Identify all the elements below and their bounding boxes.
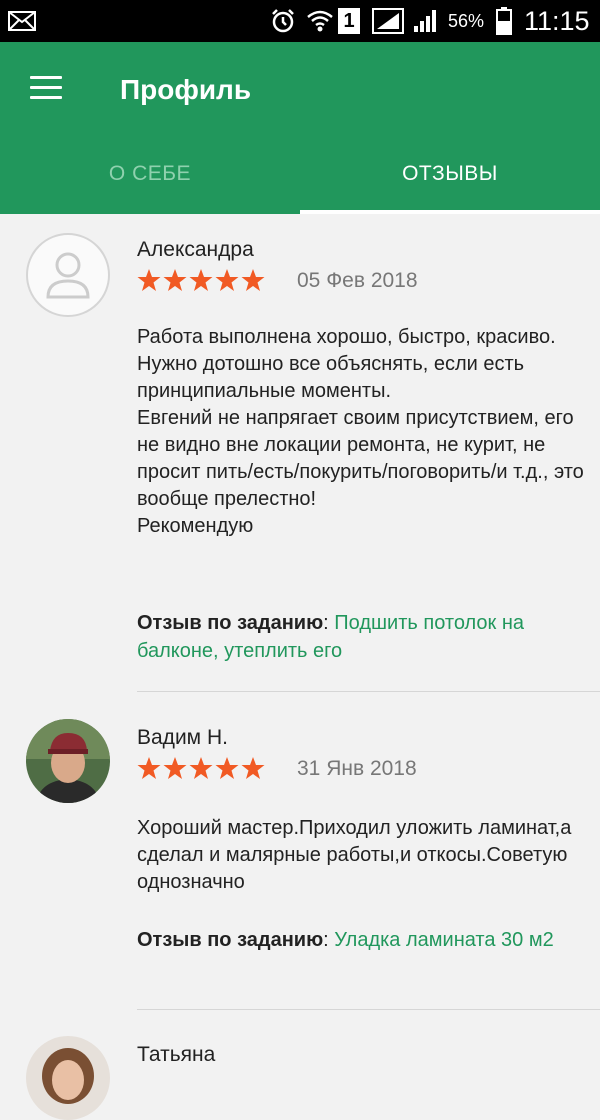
reviewer-name: Татьяна [137,1043,216,1066]
divider [137,691,600,692]
review-task: Отзыв по заданию: Подшить потолок на бал… [137,612,524,662]
rating-stars [137,756,265,780]
review-task: Отзыв по заданию: Уладка ламината 30 м2 [137,929,554,951]
review-date: 31 Янв 2018 [297,757,417,780]
clock: 11:15 [524,5,590,36]
review-date: 05 Фев 2018 [297,269,418,292]
star-icon [137,757,161,779]
star-icon [241,757,265,779]
avatar [26,719,110,803]
mail-icon [8,0,36,42]
reviewer-name: Александра [137,238,254,261]
star-icon [163,269,187,291]
star-icon [163,757,187,779]
battery-icon [496,0,512,42]
task-link[interactable]: Уладка ламината 30 м2 [334,929,553,951]
alarm-icon [270,0,296,42]
hamburger-menu-icon[interactable] [30,76,64,102]
cell-signal-icon [412,0,440,42]
review-text: Работа выполнена хорошо, быстро, красиво… [137,326,584,537]
placeholder-person-icon [26,233,110,317]
review-text: Хороший мастер.Приходил уложить ламинат,… [137,817,572,893]
star-icon [189,757,213,779]
tab-reviews[interactable]: ОТЗЫВЫ [300,162,600,186]
tab-about[interactable]: О СЕБЕ [0,162,300,186]
sim-slot-number: 1 [338,8,360,34]
app-bar [0,42,600,214]
star-icon [137,269,161,291]
sim1-icon: 1 [338,0,360,42]
star-icon [189,269,213,291]
battery-percent: 56% [448,10,485,31]
status-bar: 1 56% 11:15 [0,0,600,42]
task-label: Отзыв по заданию [137,929,324,951]
avatar [26,1036,110,1120]
page-title: Профиль [120,74,252,105]
reviewer-name: Вадим Н. [137,726,228,749]
star-icon [241,269,265,291]
wifi-icon [306,0,334,42]
rating-stars [137,268,265,292]
star-icon [215,757,239,779]
active-tab-indicator [300,210,600,214]
task-label: Отзыв по заданию [137,612,324,634]
star-icon [215,269,239,291]
signal-icon [372,0,404,42]
divider [137,1009,600,1010]
